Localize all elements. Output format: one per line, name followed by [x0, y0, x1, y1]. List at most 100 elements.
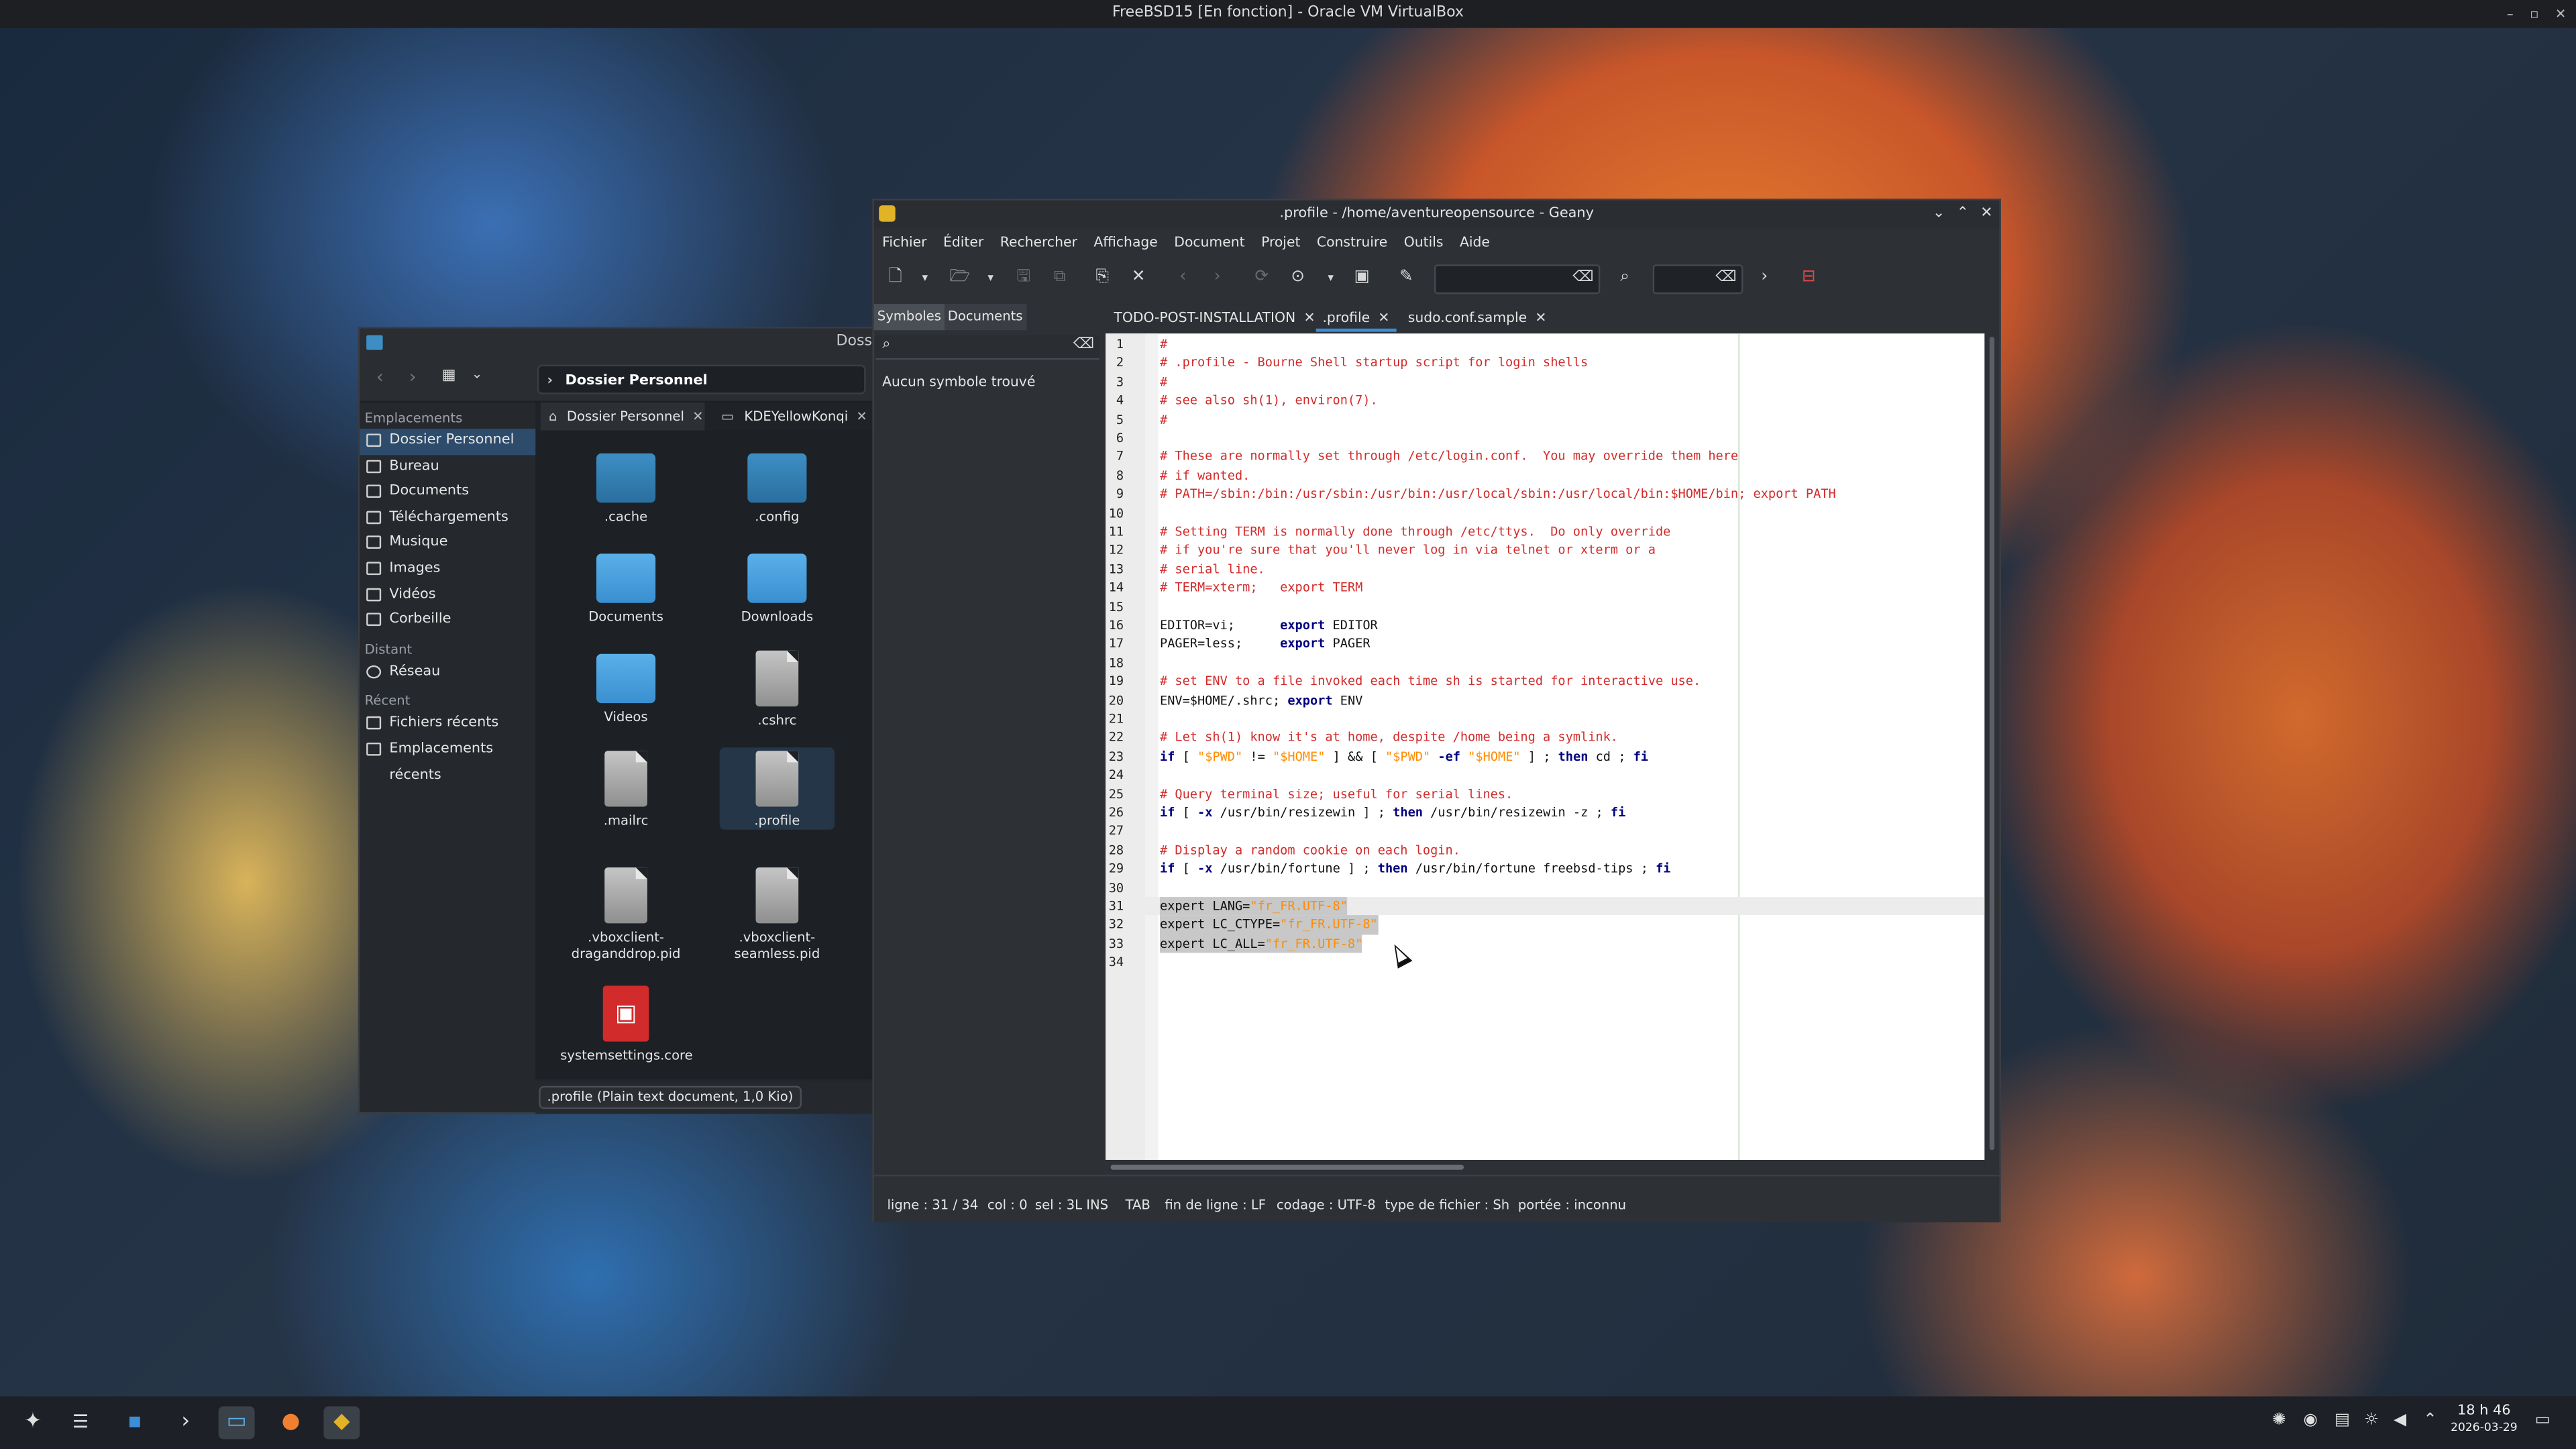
geany-taskbar-icon[interactable]: ◆ — [323, 1406, 360, 1440]
quit-icon[interactable]: ⊟ — [1799, 268, 1819, 287]
code-line[interactable]: 8 # if wanted. — [1106, 466, 1984, 485]
file-item[interactable]: .vboxclient-seamless.pid — [711, 867, 843, 963]
menu-tools[interactable]: Outils — [1396, 228, 1452, 254]
menu-edit[interactable]: Éditer — [935, 228, 992, 254]
task-switcher-icon[interactable]: ☰ — [62, 1406, 99, 1439]
forward-icon[interactable]: › — [409, 366, 417, 388]
run-icon[interactable]: ⊙ — [1288, 268, 1307, 287]
new-file-icon[interactable]: 🗋 — [885, 268, 905, 287]
menu-view[interactable]: Affichage — [1085, 228, 1166, 254]
file-item[interactable]: .mailrc — [560, 751, 692, 830]
code-line[interactable]: 6 — [1106, 429, 1984, 447]
code-line[interactable]: 28 # Display a random cookie on each logi… — [1106, 841, 1984, 859]
code-line[interactable]: 25 # Query terminal size; useful for seri… — [1106, 785, 1984, 804]
volume-icon[interactable]: ◀ — [2394, 1409, 2406, 1432]
file-item[interactable]: .cshrc — [711, 650, 843, 730]
code-line[interactable]: 3 # — [1106, 372, 1984, 391]
close-icon[interactable]: ✕ — [1304, 309, 1316, 325]
back-icon[interactable]: ‹ — [376, 366, 384, 388]
restore-icon[interactable]: ▫ — [2530, 0, 2538, 28]
places-item-trash[interactable]: Corbeille — [360, 608, 535, 634]
updates-icon[interactable]: ✺ — [2272, 1409, 2286, 1432]
chevron-down-icon[interactable]: ⌄ — [472, 366, 482, 381]
tab-documents[interactable]: Documents — [944, 304, 1026, 331]
close-icon[interactable]: ✕ — [1378, 309, 1389, 325]
code-line[interactable]: 29 if [ -x /usr/bin/fortune ] ; then /usr… — [1106, 859, 1984, 878]
open-file-icon[interactable]: 🗁 — [950, 268, 970, 287]
geany-titlebar[interactable]: .profile - /home/aventureopensource - Ge… — [873, 200, 2000, 229]
clear-icon[interactable]: ⌫ — [1715, 270, 1736, 286]
code-line[interactable]: 11 # Setting TERM is normally done throug… — [1106, 523, 1984, 541]
close-file-icon[interactable]: ✕ — [1128, 268, 1148, 287]
search-input[interactable]: ⌫ — [1434, 264, 1601, 294]
tab-profile[interactable]: .profile ✕ — [1316, 304, 1397, 332]
save-all-icon[interactable]: ⧉ — [1050, 268, 1069, 287]
reload-icon[interactable]: ⟳ — [1252, 268, 1271, 287]
code-line[interactable]: 23 if [ "$PWD" != "$HOME" ] && [ "$PWD" -… — [1106, 747, 1984, 766]
code-line[interactable]: 15 — [1106, 597, 1984, 616]
search-icon[interactable]: ⌕ — [1615, 268, 1634, 287]
places-item-home[interactable]: Dossier Personnel — [360, 429, 536, 455]
chevron-down-icon[interactable]: ▾ — [915, 268, 934, 287]
minimize-icon[interactable]: ⌄ — [1933, 201, 1945, 229]
places-item-documents[interactable]: Documents — [360, 480, 535, 506]
message-window-handle[interactable] — [873, 1175, 2000, 1190]
code-line[interactable]: 10 — [1106, 504, 1984, 523]
clear-icon[interactable]: ⌫ — [1572, 270, 1593, 286]
tab-symbols[interactable]: Symboles — [873, 304, 945, 331]
code-line[interactable]: 18 — [1106, 653, 1984, 672]
code-editor[interactable]: 1 #2 # .profile - Bourne Shell startup scr… — [1106, 333, 1985, 1160]
places-item-downloads[interactable]: Téléchargements — [360, 506, 535, 531]
vault-icon[interactable]: ◉ — [2303, 1409, 2317, 1432]
close-icon[interactable]: ✕ — [856, 409, 867, 424]
code-line[interactable]: 21 — [1106, 710, 1984, 729]
code-line[interactable]: 33 expert LC_ALL="fr_FR.UTF-8" — [1106, 934, 1984, 953]
clock[interactable]: 18 h 46 2026-03-29 — [2448, 1403, 2520, 1436]
menu-help[interactable]: Aide — [1452, 228, 1498, 254]
chevron-up-icon[interactable]: ⌃ — [2423, 1409, 2437, 1432]
close-icon[interactable]: ✕ — [1535, 309, 1546, 325]
places-item-videos[interactable]: Vidéos — [360, 582, 535, 608]
file-item[interactable]: ▣ systemsettings.core — [560, 985, 693, 1065]
code-line[interactable]: 12 # if you're sure that you'll never log… — [1106, 541, 1984, 560]
file-item[interactable]: .cache — [560, 453, 692, 526]
code-line[interactable]: 19 # set ENV to a file invoked each time … — [1106, 672, 1984, 691]
back-icon[interactable]: ‹ — [1173, 268, 1193, 287]
app-launcher-icon[interactable]: ✦ — [15, 1406, 51, 1439]
file-item[interactable]: Videos — [560, 653, 692, 727]
chevron-down-icon[interactable]: ▾ — [981, 268, 1000, 287]
code-line[interactable]: 31 expert LANG="fr_FR.UTF-8" — [1106, 897, 1985, 916]
tab-home[interactable]: ⌂ Dossier Personnel ✕ — [540, 402, 705, 431]
tab-todo[interactable]: TODO-POST-INSTALLATION ✕ — [1114, 304, 1315, 332]
close-icon[interactable]: ✕ — [2555, 0, 2566, 28]
forward-icon[interactable]: › — [1208, 268, 1227, 287]
chevron-down-icon[interactable]: ▾ — [1321, 268, 1340, 287]
show-desktop-icon[interactable]: ▭ — [2535, 1409, 2551, 1432]
menu-search[interactable]: Rechercher — [992, 228, 1086, 254]
code-line[interactable]: 9 # PATH=/sbin:/bin:/usr/sbin:/usr/bin:/u… — [1106, 485, 1984, 504]
horizontal-scrollbar[interactable] — [1106, 1159, 1985, 1175]
code-line[interactable]: 34 — [1106, 953, 1984, 972]
code-line[interactable]: 7 # These are normally set through /etc/l… — [1106, 447, 1984, 466]
close-icon[interactable]: ✕ — [692, 409, 703, 424]
code-line[interactable]: 1 # — [1106, 335, 1984, 354]
places-item-images[interactable]: Images — [360, 557, 535, 582]
places-item-recent-files[interactable]: Fichiers récents — [360, 712, 535, 737]
maximize-icon[interactable]: ⌃ — [1957, 201, 1969, 229]
terminal-icon[interactable]: ▣ — [1352, 268, 1372, 287]
places-item-music[interactable]: Musique — [360, 531, 535, 557]
firefox-icon[interactable]: ● — [273, 1406, 309, 1439]
code-line[interactable]: 17 PAGER=less; export PAGER — [1106, 635, 1984, 653]
file-item-selected[interactable]: .profile — [719, 747, 835, 830]
code-line[interactable]: 13 # serial line. — [1106, 560, 1984, 579]
code-line[interactable]: 20 ENV=$HOME/.shrc; export ENV — [1106, 691, 1984, 710]
store-icon[interactable]: ▪ — [117, 1406, 153, 1439]
code-line[interactable]: 24 — [1106, 766, 1984, 785]
close-icon[interactable]: ✕ — [1980, 201, 1992, 229]
tab-sudo-conf[interactable]: sudo.conf.sample ✕ — [1408, 304, 1547, 332]
dolphin-taskbar-icon[interactable]: ▭ — [218, 1406, 255, 1440]
code-line[interactable]: 2 # .profile - Bourne Shell startup scrip… — [1106, 354, 1984, 372]
code-line[interactable]: 16 EDITOR=vi; export EDITOR — [1106, 616, 1984, 635]
code-line[interactable]: 14 # TERM=xterm; export TERM — [1106, 579, 1984, 598]
terminal-icon[interactable]: › — [168, 1406, 204, 1439]
